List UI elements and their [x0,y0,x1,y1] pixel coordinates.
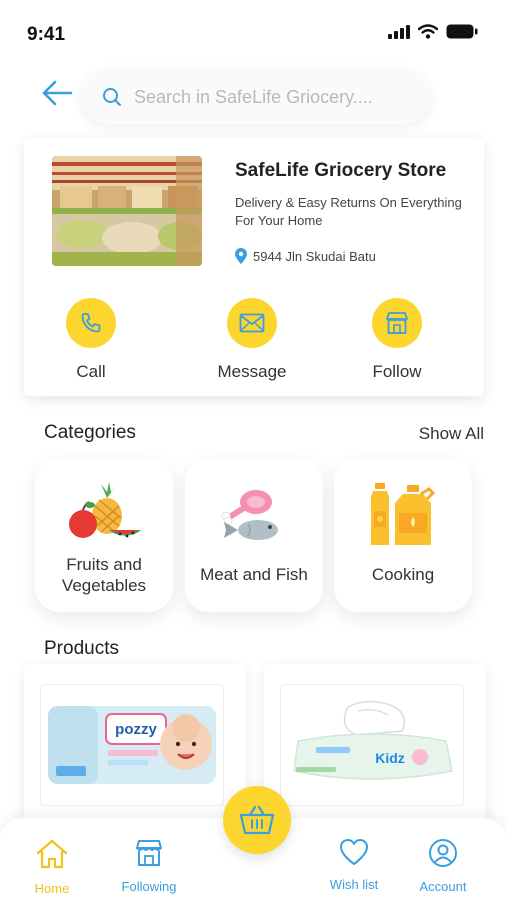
follow-circle [372,298,422,348]
arrow-left-icon [42,80,73,106]
envelope-icon [239,313,265,333]
location-pin-icon [235,248,247,264]
heart-icon [340,839,368,865]
status-time: 9:41 [27,24,66,45]
nav-wishlist-label: Wish list [329,877,379,892]
show-all-link[interactable]: Show All [419,424,484,444]
follow-button[interactable]: Follow [342,298,452,382]
category-label: Meat and Fish [200,565,308,584]
follow-label: Follow [372,362,422,381]
product-image: Kidz [280,684,464,806]
status-bar: 9:41 [0,0,506,64]
fruits-icon [35,476,173,554]
call-button[interactable]: Call [36,298,146,382]
search-row [0,66,506,124]
signal-icon [388,24,410,39]
product-card-kidz[interactable]: Kidz [264,664,486,834]
product-image: pozzy [40,684,224,806]
store-icon [136,840,162,866]
message-button[interactable]: Message [197,298,307,382]
battery-icon [446,24,478,39]
nav-home-label: Home [34,881,70,896]
search-bar[interactable] [82,70,430,124]
message-label: Message [217,362,287,381]
search-icon [103,88,121,106]
product-card-pozzy[interactable]: pozzy [24,664,246,834]
store-image [52,156,202,266]
categories-title: Categories [44,422,136,443]
cart-button[interactable] [223,786,291,854]
products-title: Products [44,638,119,659]
status-icons [388,24,478,39]
basket-icon [239,805,275,835]
store-location-text: 5944 Jln Skudai Batu [253,248,376,264]
user-icon [429,839,457,867]
category-meat-fish[interactable]: Meat and Fish [185,458,323,612]
store-location: 5944 Jln Skudai Batu [235,248,376,264]
cooking-oil-icon [334,476,472,554]
call-label: Call [76,362,106,381]
meat-fish-icon [185,476,323,554]
message-circle [227,298,277,348]
phone-icon [81,313,101,333]
storefront-icon [386,312,408,334]
nav-account-label: Account [419,879,467,894]
category-cooking[interactable]: Cooking [334,458,472,612]
nav-home[interactable]: Home [7,838,97,896]
search-input[interactable] [134,86,414,108]
category-label: Cooking [371,565,435,584]
product-brand-kidz: Kidz [375,750,405,766]
product-brand-pozzy: pozzy [115,721,157,738]
category-fruits-vegetables[interactable]: Fruits and Vegetables [35,458,173,612]
store-name: SafeLife Griocery Store [235,160,447,181]
back-button[interactable] [40,78,78,110]
call-circle [66,298,116,348]
nav-following[interactable]: Following [104,838,194,894]
home-icon [36,839,68,869]
nav-following-label: Following [121,879,177,894]
nav-account[interactable]: Account [398,838,488,894]
category-label: Fruits and Vegetables [61,555,147,595]
store-card: SafeLife Griocery Store Delivery & Easy … [24,138,484,396]
nav-wishlist[interactable]: Wish list [309,838,399,892]
wifi-icon [418,24,438,39]
store-description: Delivery & Easy Returns On Everything Fo… [235,195,462,228]
